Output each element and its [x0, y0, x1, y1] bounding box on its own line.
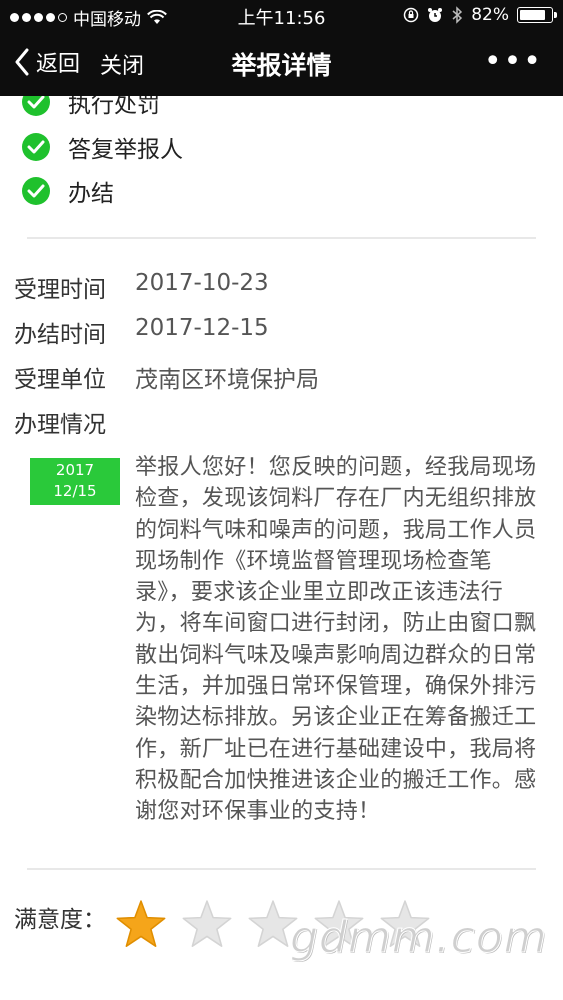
check-circle-icon [22, 133, 50, 161]
star-empty-icon[interactable] [180, 898, 234, 952]
battery-icon [517, 7, 557, 23]
battery-percent: 82% [471, 5, 509, 25]
page-title: 举报详情 [231, 51, 332, 80]
unit-row: 受理单位 茂南区环境保护局 [14, 360, 319, 394]
step-item: 执行处罚 [22, 96, 160, 122]
status-bar: 中国移动 上午11:56 82% [0, 0, 563, 32]
accept-time-label: 受理时间 [14, 277, 106, 303]
reply-text: 举报人您好！您反映的问题，经我局现场检查，发现该饲料厂存在厂内无组织排放的饲料气… [135, 455, 537, 825]
rotation-lock-icon [403, 7, 419, 23]
finish-time-row: 办结时间 2017-12-15 [14, 315, 269, 349]
status-label: 办理情况 [14, 412, 106, 438]
step-label: 答复举报人 [68, 137, 183, 163]
finish-time-label: 办结时间 [14, 322, 106, 348]
watermark: gdmm.com [290, 912, 548, 964]
check-circle-icon [22, 96, 50, 116]
bluetooth-icon [452, 6, 463, 24]
satisfaction-label: 满意度： [14, 907, 106, 933]
unit-value: 茂南区环境保护局 [135, 367, 319, 393]
reply-date-md: 12/15 [53, 482, 97, 500]
status-right: 82% [403, 5, 557, 25]
reply-date-badge: 2017 12/15 [30, 458, 120, 505]
step-item: 办结 [22, 171, 114, 211]
accept-time-value: 2017-10-23 [135, 270, 269, 296]
step-label: 执行处罚 [68, 96, 160, 118]
finish-time-value: 2017-12-15 [135, 315, 269, 341]
divider [27, 237, 536, 239]
check-circle-icon [22, 177, 50, 205]
star-filled-icon[interactable] [114, 898, 168, 952]
more-button[interactable]: ••• [484, 47, 543, 77]
alarm-icon [428, 8, 443, 22]
status-row: 办理情况 [14, 405, 135, 439]
divider [27, 868, 536, 870]
step-label: 办结 [68, 181, 114, 207]
accept-time-row: 受理时间 2017-10-23 [14, 270, 269, 304]
progress-steps: 执行处罚 答复举报人 办结 [0, 96, 563, 232]
reply-date-year: 2017 [55, 461, 95, 479]
nav-bar: 返回 关闭 举报详情 ••• [0, 32, 563, 96]
unit-label: 受理单位 [14, 367, 106, 393]
step-item: 答复举报人 [22, 127, 183, 167]
